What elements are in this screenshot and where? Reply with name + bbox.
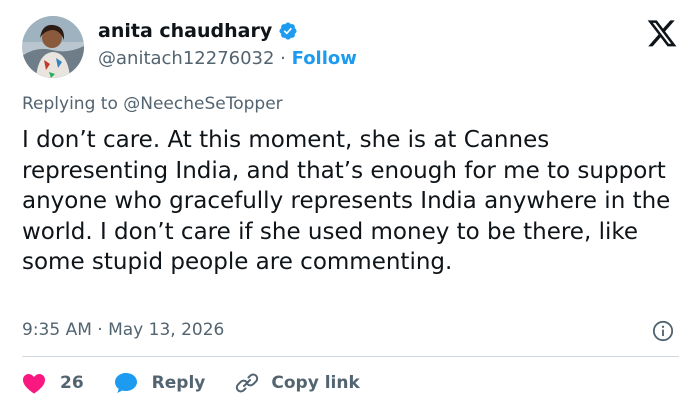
- copy-link-button[interactable]: Copy link: [235, 371, 360, 395]
- replying-to-line: Replying to @NeecheSeTopper: [22, 94, 283, 114]
- like-button[interactable]: 26: [22, 372, 84, 394]
- embedded-tweet-card: anita chaudhary @anitach12276032 · Follo…: [0, 0, 700, 410]
- verified-badge-icon: [279, 22, 297, 40]
- replying-to-prefix: Replying to: [22, 94, 124, 114]
- tweet-timestamp[interactable]: 9:35 AM · May 13, 2026: [22, 320, 224, 340]
- divider: [22, 356, 679, 357]
- copy-link-label: Copy link: [271, 373, 360, 393]
- tweet-text: I don’t care. At this moment, she is at …: [22, 127, 671, 276]
- author-name-row: anita chaudhary: [98, 20, 298, 42]
- handle-separator: ·: [274, 48, 292, 69]
- author-handle[interactable]: @anitach12276032: [98, 48, 274, 69]
- reply-button[interactable]: Reply: [114, 372, 206, 394]
- avatar[interactable]: [22, 16, 84, 78]
- avatar-photo: [22, 16, 84, 78]
- like-count: 26: [60, 373, 84, 393]
- info-icon[interactable]: [652, 320, 674, 342]
- x-logo-icon[interactable]: [646, 20, 678, 50]
- author-display-name[interactable]: anita chaudhary: [98, 20, 272, 42]
- follow-button[interactable]: Follow: [292, 48, 357, 69]
- replying-to-mention[interactable]: @NeecheSeTopper: [123, 94, 282, 114]
- reply-label: Reply: [151, 373, 206, 393]
- link-icon: [236, 373, 259, 393]
- action-bar: 26 Reply Copy link: [22, 369, 360, 397]
- heart-icon: [23, 374, 45, 394]
- speech-bubble-icon: [114, 373, 137, 393]
- author-handle-row: @anitach12276032 · Follow: [98, 48, 357, 69]
